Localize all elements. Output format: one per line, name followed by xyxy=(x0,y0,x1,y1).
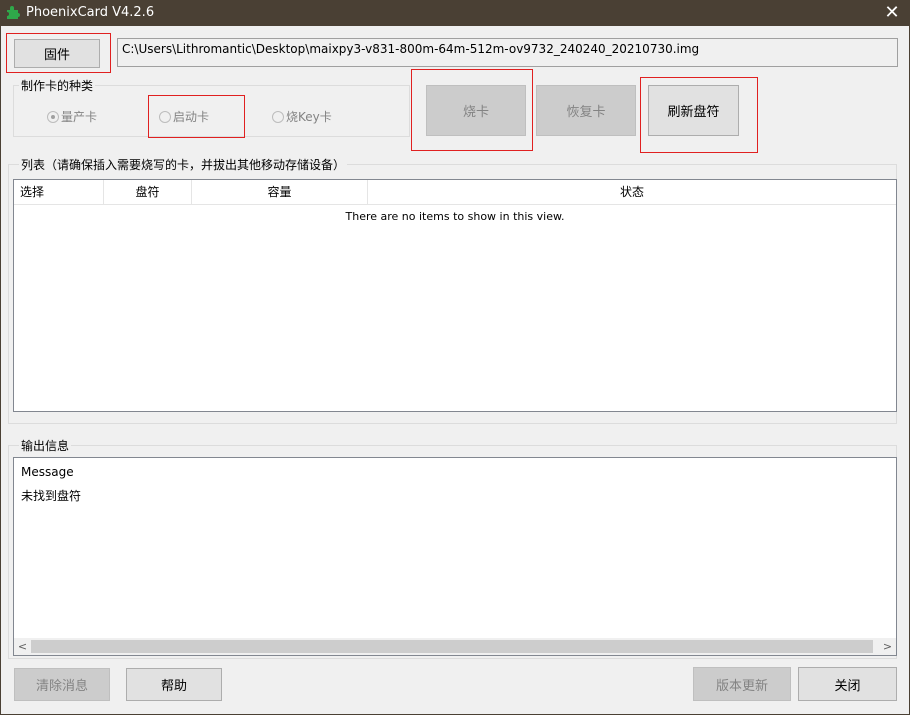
output-log[interactable]: Message 未找到盘符 < > xyxy=(13,457,897,656)
restore-card-button[interactable]: 恢复卡 xyxy=(536,85,636,136)
close-button[interactable]: 关闭 xyxy=(798,667,897,701)
output-group-title: 输出信息 xyxy=(19,437,72,454)
radio-unchecked-icon xyxy=(272,110,284,123)
horizontal-scrollbar[interactable]: < > xyxy=(14,638,896,655)
scrollbar-thumb[interactable] xyxy=(31,640,873,653)
output-line: Message xyxy=(21,465,74,479)
column-header-capacity[interactable]: 容量 xyxy=(192,180,368,205)
radio-checked-icon xyxy=(47,110,59,123)
version-update-label: 版本更新 xyxy=(715,678,768,694)
close-label: 关闭 xyxy=(834,678,861,694)
title-bar: PhoenixCard V4.2.6 ✕ xyxy=(0,0,910,26)
radio-key-card[interactable]: 烧Key卡 xyxy=(272,108,332,125)
clear-messages-label: 清除消息 xyxy=(35,679,88,694)
close-icon[interactable]: ✕ xyxy=(882,3,902,23)
firmware-path-field[interactable]: C:\Users\Lithromantic\Desktop\maixpy3-v8… xyxy=(117,38,898,67)
empty-list-message: There are no items to show in this view. xyxy=(345,210,565,223)
column-header-drive[interactable]: 盘符 xyxy=(104,180,192,205)
highlight-refresh-drive xyxy=(640,77,758,153)
column-header-select[interactable]: 选择 xyxy=(14,180,104,205)
chevron-right-icon[interactable]: > xyxy=(879,638,896,655)
radio-mass-production-card[interactable]: 量产卡 xyxy=(47,108,97,125)
radio-label: 烧Key卡 xyxy=(286,110,332,124)
clear-messages-button[interactable]: 清除消息 xyxy=(14,668,110,701)
drive-list[interactable]: 选择 盘符 容量 状态 There are no items to show i… xyxy=(13,179,897,412)
highlight-boot-card xyxy=(148,95,245,138)
column-header-status[interactable]: 状态 xyxy=(368,180,896,205)
list-header: 选择 盘符 容量 状态 xyxy=(14,180,896,205)
help-button[interactable]: 帮助 xyxy=(126,668,222,701)
restore-card-label: 恢复卡 xyxy=(566,105,606,120)
output-line: 未找到盘符 xyxy=(21,489,82,503)
card-type-group-title: 制作卡的种类 xyxy=(19,77,96,94)
version-update-button[interactable]: 版本更新 xyxy=(693,667,791,701)
highlight-firmware xyxy=(6,33,111,73)
help-label: 帮助 xyxy=(160,679,187,694)
list-group-title: 列表（请确保插入需要烧写的卡，并拔出其他移动存储设备） xyxy=(19,156,348,173)
highlight-burn-card xyxy=(411,69,533,151)
window-title: PhoenixCard V4.2.6 xyxy=(26,5,155,20)
phoenix-puzzle-icon xyxy=(7,6,20,19)
radio-label: 量产卡 xyxy=(61,110,98,124)
chevron-left-icon[interactable]: < xyxy=(14,638,31,655)
